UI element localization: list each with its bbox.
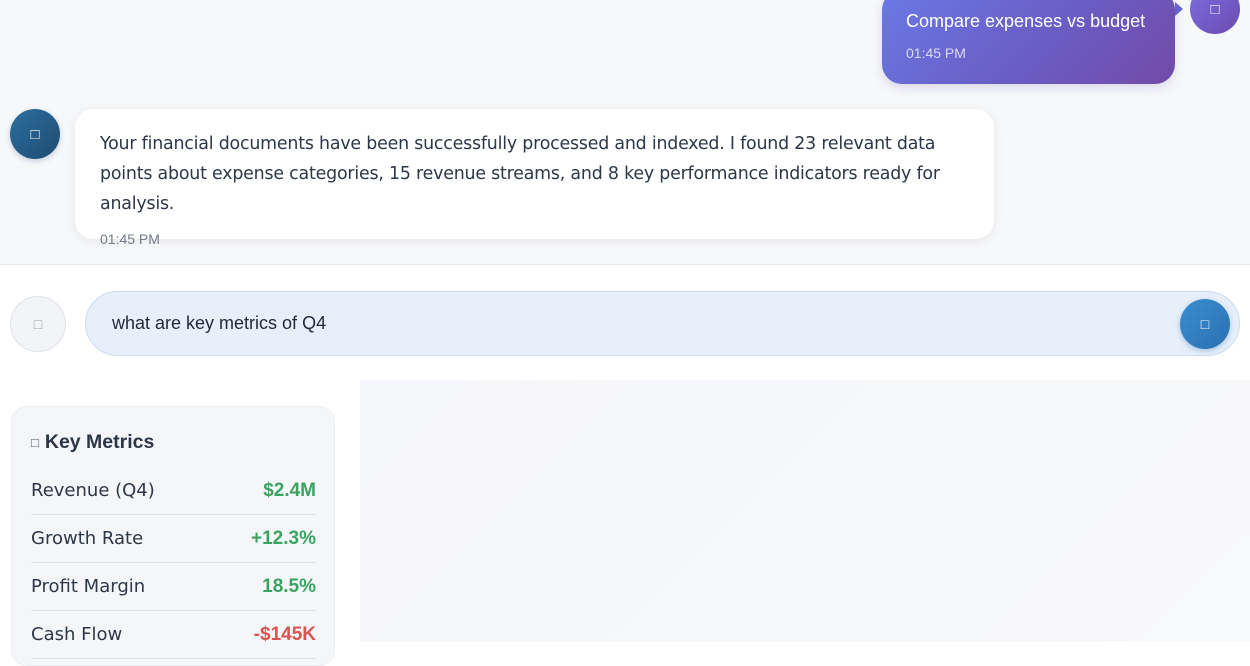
metric-value: 18.5% bbox=[262, 575, 316, 597]
bot-avatar: □ bbox=[10, 109, 60, 159]
results-area: □ Key Metrics Revenue (Q4) $2.4M Growth Ra… bbox=[0, 380, 1250, 666]
metric-row: Growth Rate +12.3% bbox=[31, 515, 316, 563]
attach-button[interactable]: □ bbox=[10, 296, 66, 352]
metric-list: Revenue (Q4) $2.4M Growth Rate +12.3% Profit… bbox=[31, 467, 316, 659]
key-metrics-card: □ Key Metrics Revenue (Q4) $2.4M Growth Ra… bbox=[11, 406, 335, 666]
metric-value: -$145K bbox=[253, 623, 316, 645]
user-avatar: □ bbox=[1190, 0, 1240, 34]
bot-message-time: 01:45 PM bbox=[100, 231, 160, 247]
metric-label: Growth Rate bbox=[31, 528, 144, 549]
paperclip-icon: □ bbox=[33, 316, 43, 332]
user-message-tail bbox=[1175, 2, 1183, 16]
send-icon: □ bbox=[1200, 316, 1210, 332]
chat-messages-area: Compare expenses vs budget 01:45 PM □ □ … bbox=[0, 0, 1250, 265]
metric-value: +12.3% bbox=[251, 527, 316, 549]
metric-row: Profit Margin 18.5% bbox=[31, 563, 316, 611]
message-input-wrapper[interactable] bbox=[85, 291, 1240, 356]
metric-row: Cash Flow -$145K bbox=[31, 611, 316, 659]
content-panel bbox=[360, 380, 1250, 642]
message-input[interactable] bbox=[112, 313, 1159, 334]
metric-label: Profit Margin bbox=[31, 576, 146, 597]
metric-row: Revenue (Q4) $2.4M bbox=[31, 467, 316, 515]
chart-icon: □ bbox=[31, 434, 39, 450]
user-message-bubble: Compare expenses vs budget 01:45 PM bbox=[882, 0, 1175, 84]
composer-bar: □ □ bbox=[0, 266, 1250, 380]
user-message-time: 01:45 PM bbox=[906, 45, 966, 61]
send-button[interactable]: □ bbox=[1180, 299, 1230, 349]
key-metrics-title-text: Key Metrics bbox=[44, 430, 155, 453]
bot-message-text: Your financial documents have been succe… bbox=[100, 134, 940, 214]
metric-value: $2.4M bbox=[263, 479, 316, 501]
bot-message-bubble: Your financial documents have been succe… bbox=[75, 109, 994, 247]
user-icon: □ bbox=[1210, 0, 1220, 18]
metric-label: Revenue (Q4) bbox=[31, 480, 155, 501]
robot-icon: □ bbox=[30, 125, 40, 143]
key-metrics-title: □ Key Metrics bbox=[31, 429, 316, 455]
user-message-text: Compare expenses vs budget bbox=[906, 11, 1146, 31]
